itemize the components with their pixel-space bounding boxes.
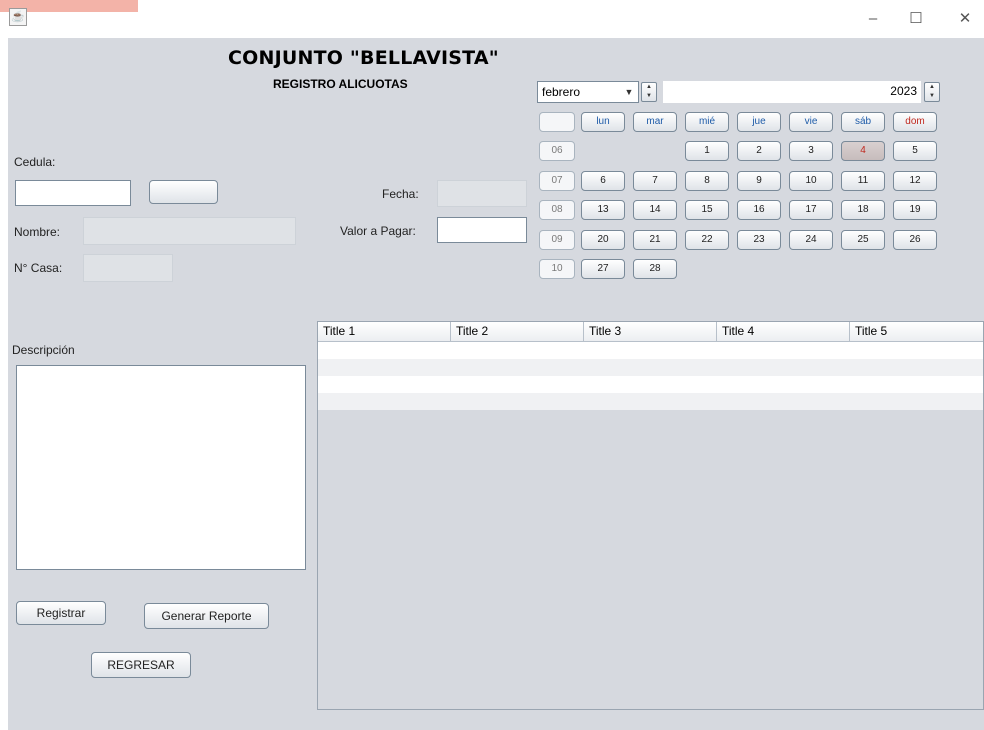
- calendar-day[interactable]: 27: [581, 259, 625, 279]
- calendar-day[interactable]: 20: [581, 230, 625, 250]
- cedula-label: Cedula:: [14, 155, 56, 169]
- week-number: 06: [539, 141, 575, 161]
- nombre-label: Nombre:: [14, 225, 61, 239]
- table-row[interactable]: [318, 393, 983, 410]
- calendar-day[interactable]: 13: [581, 200, 625, 220]
- registrar-button[interactable]: Registrar: [16, 601, 106, 625]
- week-number: 07: [539, 171, 575, 191]
- weekday-header: mié: [685, 112, 729, 132]
- casa-label: N° Casa:: [14, 261, 63, 275]
- year-spinner[interactable]: ▲ ▼: [924, 82, 940, 102]
- calendar-day[interactable]: 10: [789, 171, 833, 191]
- calendar-day[interactable]: 5: [893, 141, 937, 161]
- casa-field[interactable]: [83, 254, 173, 282]
- calendar-day[interactable]: 16: [737, 200, 781, 220]
- calendar-day[interactable]: 11: [841, 171, 885, 191]
- close-button[interactable]: ✕: [950, 8, 980, 30]
- valor-label: Valor a Pagar:: [340, 224, 416, 238]
- valor-field[interactable]: [437, 217, 527, 243]
- calendar-day[interactable]: 14: [633, 200, 677, 220]
- column-header[interactable]: Title 1: [318, 322, 451, 342]
- regresar-button[interactable]: REGRESAR: [91, 652, 191, 678]
- calendar-corner: [539, 112, 575, 132]
- calendar-day[interactable]: 26: [893, 230, 937, 250]
- week-number: 10: [539, 259, 575, 279]
- calendar-day[interactable]: 2: [737, 141, 781, 161]
- spin-down-icon[interactable]: ▼: [925, 92, 939, 101]
- table-row[interactable]: [318, 376, 983, 393]
- calendar-day[interactable]: 28: [633, 259, 677, 279]
- month-spinner[interactable]: ▲ ▼: [641, 82, 657, 102]
- calendar-day[interactable]: 22: [685, 230, 729, 250]
- column-header[interactable]: Title 2: [451, 322, 584, 342]
- data-table[interactable]: Title 1 Title 2 Title 3 Title 4 Title 5: [317, 321, 984, 710]
- calendar-day[interactable]: 7: [633, 171, 677, 191]
- calendar-day-selected[interactable]: 4: [841, 141, 885, 161]
- year-field[interactable]: 2023: [663, 81, 921, 103]
- calendar-day[interactable]: 23: [737, 230, 781, 250]
- nombre-field[interactable]: [83, 217, 296, 245]
- weekday-header: jue: [737, 112, 781, 132]
- column-header[interactable]: Title 4: [717, 322, 850, 342]
- window-title-bar: [0, 0, 984, 38]
- generar-reporte-button[interactable]: Generar Reporte: [144, 603, 269, 629]
- year-value: 2023: [890, 84, 917, 98]
- spin-up-icon[interactable]: ▲: [642, 83, 656, 92]
- page-subtitle: REGISTRO ALICUOTAS: [273, 77, 408, 91]
- spin-down-icon[interactable]: ▼: [642, 92, 656, 101]
- weekday-header: dom: [893, 112, 937, 132]
- calendar-day[interactable]: 18: [841, 200, 885, 220]
- calendar-day[interactable]: 3: [789, 141, 833, 161]
- table-row[interactable]: [318, 359, 983, 376]
- calendar-day[interactable]: 25: [841, 230, 885, 250]
- week-number: 08: [539, 200, 575, 220]
- calendar-day[interactable]: 15: [685, 200, 729, 220]
- descripcion-label: Descripción: [12, 343, 75, 357]
- month-dropdown[interactable]: febrero ▼: [537, 81, 639, 103]
- month-value: febrero: [542, 85, 581, 99]
- minimize-button[interactable]: –: [858, 8, 888, 30]
- weekday-header: vie: [789, 112, 833, 132]
- chevron-down-icon[interactable]: ▼: [622, 83, 636, 101]
- week-number: 09: [539, 230, 575, 250]
- calendar-day[interactable]: 9: [737, 171, 781, 191]
- calendar-day[interactable]: 8: [685, 171, 729, 191]
- fecha-label: Fecha:: [382, 187, 419, 201]
- java-cup-icon[interactable]: ☕: [9, 8, 27, 26]
- page-title: CONJUNTO "BELLAVISTA": [228, 47, 499, 69]
- cedula-field[interactable]: [15, 180, 131, 206]
- calendar-day[interactable]: 6: [581, 171, 625, 191]
- table-row[interactable]: [318, 342, 983, 359]
- calendar-day[interactable]: 12: [893, 171, 937, 191]
- window-edge: [0, 38, 8, 730]
- weekday-header: mar: [633, 112, 677, 132]
- calendar-day[interactable]: 24: [789, 230, 833, 250]
- calendar-day[interactable]: 17: [789, 200, 833, 220]
- calendar-day[interactable]: 1: [685, 141, 729, 161]
- weekday-header: sáb: [841, 112, 885, 132]
- calendar-day[interactable]: 19: [893, 200, 937, 220]
- buscar-button[interactable]: [149, 180, 218, 204]
- column-header[interactable]: Title 5: [850, 322, 983, 342]
- descripcion-textarea[interactable]: [16, 365, 306, 570]
- maximize-button[interactable]: ☐: [901, 8, 931, 30]
- fecha-field[interactable]: [437, 180, 527, 207]
- column-header[interactable]: Title 3: [584, 322, 717, 342]
- spin-up-icon[interactable]: ▲: [925, 83, 939, 92]
- weekday-header: lun: [581, 112, 625, 132]
- calendar-day[interactable]: 21: [633, 230, 677, 250]
